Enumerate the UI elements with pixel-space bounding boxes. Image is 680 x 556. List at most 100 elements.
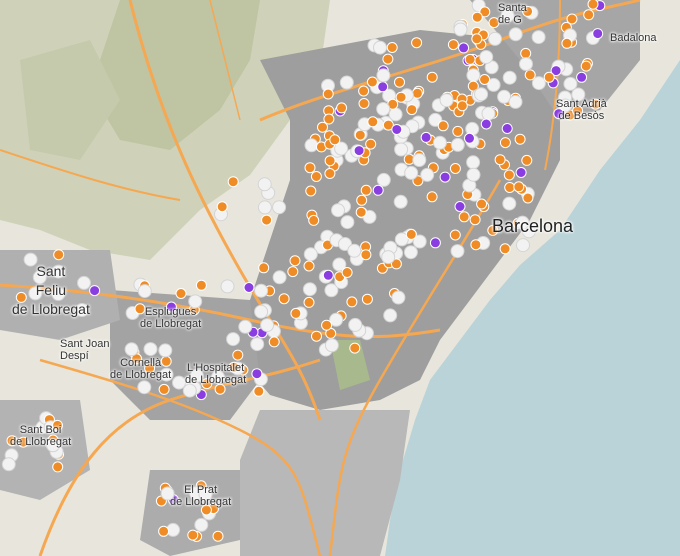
marker-orange[interactable] — [303, 260, 315, 272]
marker-orange[interactable] — [426, 71, 438, 83]
marker-purple[interactable] — [439, 171, 451, 183]
marker-white[interactable] — [508, 94, 523, 109]
marker-orange[interactable] — [367, 116, 379, 128]
marker-orange[interactable] — [469, 214, 481, 226]
marker-purple[interactable] — [480, 118, 492, 130]
marker-purple[interactable] — [576, 71, 588, 83]
marker-orange[interactable] — [158, 525, 170, 537]
marker-orange[interactable] — [253, 385, 265, 397]
marker-white[interactable] — [450, 137, 465, 152]
marker-orange[interactable] — [394, 76, 405, 88]
marker-orange[interactable] — [470, 239, 482, 251]
marker-white[interactable] — [391, 290, 406, 305]
marker-orange[interactable] — [358, 85, 370, 97]
marker-orange[interactable] — [258, 262, 270, 274]
marker-orange[interactable] — [524, 69, 536, 81]
marker-white[interactable] — [404, 165, 419, 180]
marker-white[interactable] — [1, 457, 16, 472]
marker-white[interactable] — [324, 338, 339, 353]
marker-white[interactable] — [376, 68, 391, 83]
marker-orange[interactable] — [365, 138, 377, 150]
marker-orange[interactable] — [447, 39, 459, 51]
marker-purple[interactable] — [454, 201, 466, 212]
marker-orange[interactable] — [289, 255, 301, 267]
marker-white[interactable] — [450, 244, 465, 259]
marker-orange[interactable] — [360, 249, 372, 261]
marker-orange[interactable] — [522, 192, 534, 204]
marker-orange[interactable] — [52, 461, 64, 473]
marker-white[interactable] — [479, 50, 494, 64]
marker-purple[interactable] — [322, 269, 334, 281]
marker-orange[interactable] — [305, 185, 317, 197]
marker-white[interactable] — [432, 135, 447, 150]
marker-purple[interactable] — [420, 131, 432, 143]
marker-white[interactable] — [137, 284, 152, 299]
marker-white[interactable] — [304, 138, 319, 153]
marker-orange[interactable] — [268, 336, 280, 348]
marker-white[interactable] — [466, 155, 481, 170]
marker-orange[interactable] — [329, 134, 341, 146]
marker-orange[interactable] — [426, 191, 438, 203]
marker-orange[interactable] — [386, 42, 398, 53]
marker-white[interactable] — [531, 30, 546, 45]
marker-white[interactable] — [381, 250, 396, 265]
marker-orange[interactable] — [341, 267, 353, 278]
marker-orange[interactable] — [406, 104, 418, 116]
map-view[interactable]: Barcelona Santa de G Badalona Sant Adrià… — [0, 0, 680, 556]
marker-white[interactable] — [220, 279, 235, 294]
marker-purple[interactable] — [89, 285, 101, 297]
marker-orange[interactable] — [514, 133, 526, 145]
marker-orange[interactable] — [360, 184, 372, 196]
marker-purple[interactable] — [429, 237, 441, 249]
marker-purple[interactable] — [353, 145, 365, 157]
marker-orange[interactable] — [158, 383, 170, 395]
marker-orange[interactable] — [287, 266, 299, 278]
marker-white[interactable] — [394, 142, 409, 157]
marker-orange[interactable] — [303, 296, 315, 308]
marker-white[interactable] — [303, 247, 318, 262]
marker-orange[interactable] — [232, 349, 244, 361]
marker-orange[interactable] — [346, 296, 358, 308]
marker-white[interactable] — [250, 337, 265, 352]
marker-orange[interactable] — [195, 279, 207, 291]
marker-orange[interactable] — [175, 288, 187, 299]
marker-white[interactable] — [508, 27, 523, 42]
marker-white[interactable] — [124, 342, 139, 357]
marker-orange[interactable] — [322, 88, 334, 100]
marker-white[interactable] — [481, 106, 496, 121]
marker-orange[interactable] — [382, 53, 394, 65]
marker-orange[interactable] — [471, 33, 483, 45]
marker-white[interactable] — [488, 31, 502, 46]
marker-white[interactable] — [348, 317, 363, 332]
marker-orange[interactable] — [53, 249, 65, 261]
marker-orange[interactable] — [471, 11, 483, 23]
marker-orange[interactable] — [317, 121, 328, 133]
marker-orange[interactable] — [411, 37, 423, 49]
marker-purple[interactable] — [592, 28, 604, 40]
marker-white[interactable] — [340, 215, 355, 230]
marker-white[interactable] — [194, 517, 209, 532]
marker-orange[interactable] — [358, 98, 370, 109]
marker-purple[interactable] — [377, 81, 389, 93]
marker-orange[interactable] — [580, 60, 592, 72]
marker-orange[interactable] — [437, 120, 449, 132]
marker-white[interactable] — [466, 68, 481, 83]
marker-white[interactable] — [302, 282, 317, 297]
marker-purple[interactable] — [464, 132, 475, 144]
marker-purple[interactable] — [372, 184, 384, 196]
marker-orange[interactable] — [520, 47, 532, 59]
marker-white[interactable] — [531, 76, 546, 91]
marker-white[interactable] — [331, 203, 345, 218]
marker-orange[interactable] — [216, 201, 228, 213]
marker-orange[interactable] — [503, 169, 515, 181]
marker-purple[interactable] — [243, 282, 255, 293]
marker-orange[interactable] — [311, 330, 322, 342]
marker-white[interactable] — [339, 75, 354, 90]
marker-orange[interactable] — [504, 182, 516, 193]
marker-orange[interactable] — [227, 176, 239, 188]
marker-white[interactable] — [453, 22, 468, 37]
marker-orange[interactable] — [476, 198, 488, 210]
marker-orange[interactable] — [349, 342, 361, 354]
marker-orange[interactable] — [308, 214, 320, 226]
marker-orange[interactable] — [278, 293, 290, 305]
